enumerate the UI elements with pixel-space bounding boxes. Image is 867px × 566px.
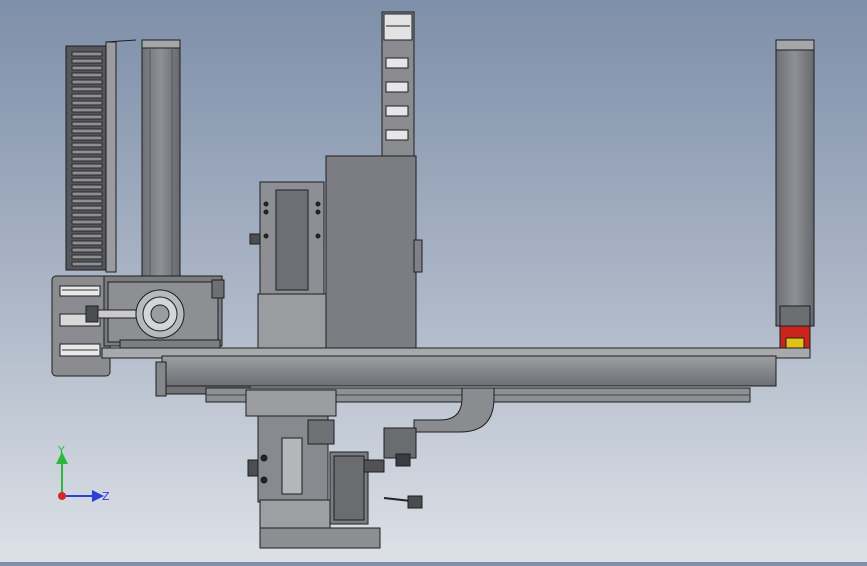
chain-link xyxy=(71,142,103,148)
chain-link xyxy=(71,254,103,260)
coordinate-triad xyxy=(56,452,104,502)
chain-link xyxy=(71,51,103,57)
chain-link xyxy=(71,58,103,64)
chain-link xyxy=(71,86,103,92)
chain-link xyxy=(71,247,103,253)
chain-link xyxy=(71,65,103,71)
vertical-cable-chain xyxy=(65,39,137,273)
chain-link xyxy=(71,128,103,134)
chain-link xyxy=(71,72,103,78)
chain-link xyxy=(71,212,103,218)
chain-link xyxy=(71,226,103,232)
chain-link xyxy=(71,121,103,127)
cad-viewport[interactable]: Y Z xyxy=(0,0,867,562)
chain-link xyxy=(71,79,103,85)
chain-link xyxy=(71,233,103,239)
chain-link xyxy=(71,240,103,246)
z-axis-label: Z xyxy=(102,490,110,503)
main-horizontal-beam xyxy=(101,347,811,403)
center-vertical-strip xyxy=(381,11,415,161)
chain-link xyxy=(71,205,103,211)
chain-link xyxy=(71,198,103,204)
chain-link xyxy=(71,177,103,183)
chain-link xyxy=(71,170,103,176)
x-axis-origin xyxy=(58,492,66,500)
right-vertical-column xyxy=(775,39,815,353)
chain-link xyxy=(71,135,103,141)
chain-link xyxy=(71,163,103,169)
center-carriage-block xyxy=(325,155,417,353)
left-vertical-column xyxy=(141,39,181,279)
chain-link xyxy=(71,156,103,162)
lower-z-axis-assembly xyxy=(245,389,423,549)
chain-link xyxy=(71,191,103,197)
chain-link xyxy=(71,219,103,225)
chain-link xyxy=(71,149,103,155)
chain-link xyxy=(71,261,103,267)
robot-assembly-drawing: Y Z xyxy=(51,11,815,549)
y-axis-label: Y xyxy=(57,444,65,457)
chain-link xyxy=(71,107,103,113)
chain-link xyxy=(71,184,103,190)
chain-link xyxy=(71,93,103,99)
chain-link xyxy=(71,100,103,106)
chain-link xyxy=(71,114,103,120)
